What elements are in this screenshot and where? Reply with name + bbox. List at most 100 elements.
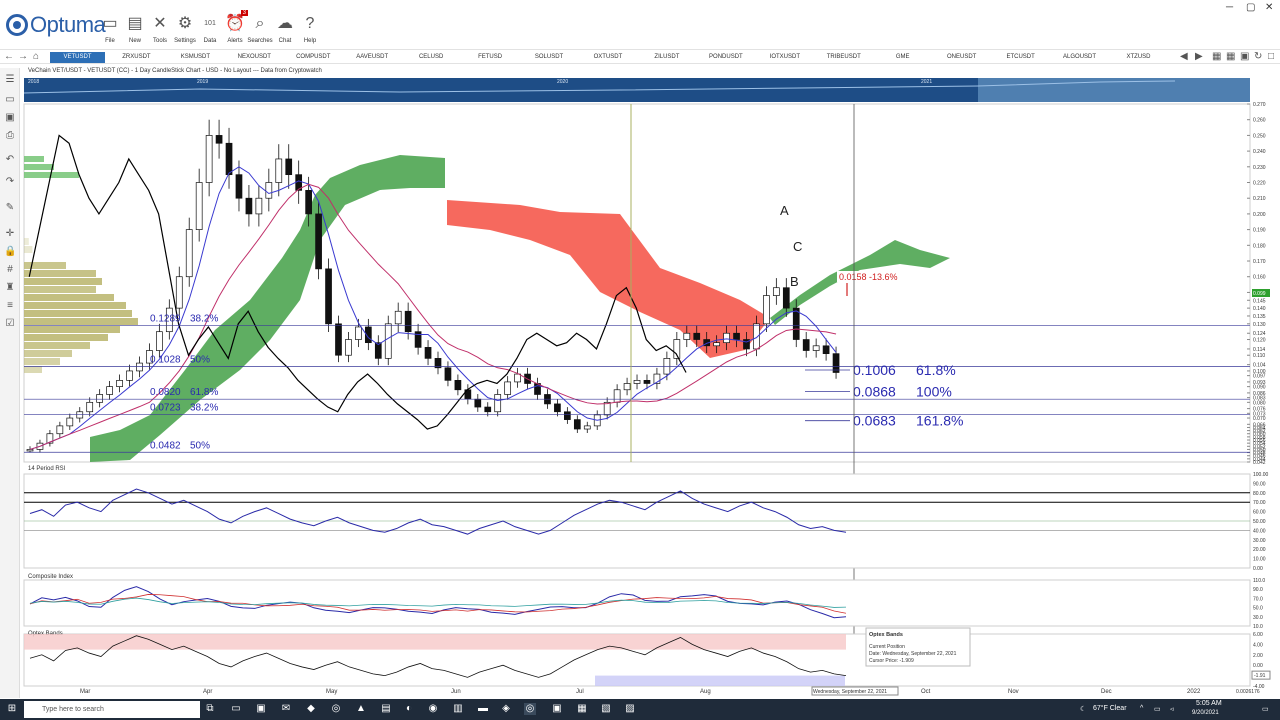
volume-profile-bar [24,294,114,301]
y-tick-label: 0.210 [1253,196,1266,202]
candle-body [86,401,94,413]
notifications-icon[interactable]: ▭ [1262,705,1269,713]
fib-projection-value: 0.1006 [853,362,896,378]
candle-body [643,380,651,384]
composite-tick-label: 110.0 [1253,578,1265,584]
volume-profile-bar [24,310,132,317]
volume-profile-bar [24,358,60,365]
fib-pct-label: 50% [190,355,210,366]
volume-profile-bar [24,262,66,269]
y-tick-label: 0.104 [1253,363,1266,369]
app-icon[interactable]: ▨ [624,703,636,715]
y-tick-label: 0.220 [1253,181,1266,187]
network-icon[interactable]: ▭ [1154,705,1161,713]
fib-pct-label: 38.2% [190,314,218,325]
taskbar-search-box[interactable]: Type here to search [24,701,200,718]
windows-taskbar: ⊞ Type here to search ⧉ ▭ ▣ ✉ ◆ ◎ ▲ ▤ ◐ … [0,699,1280,720]
candle-body [802,339,810,351]
candle-body [763,295,770,325]
candle-body [255,197,263,215]
volume-icon[interactable]: ◃ [1170,705,1174,713]
fib-pct-label: 38.2% [190,402,218,413]
x-axis-label: May [326,689,337,695]
candle-body [175,276,183,309]
app-icon[interactable]: ▧ [600,703,612,715]
change-label: 0.0158 -13.6% [839,272,898,282]
candle-body [713,342,720,347]
weather-icon[interactable]: ☾ [1080,705,1086,713]
last-price-value: 0.099 [1253,291,1266,297]
optex-tick-label: 2.00 [1253,653,1263,659]
rsi-tick-label: 80.00 [1253,491,1266,497]
y-tick-label: 0.042 [1253,460,1266,466]
y-tick-label: 0.200 [1253,212,1266,218]
file-explorer-icon[interactable]: ▭ [230,703,242,715]
clock-date[interactable]: 9/20/2021 [1192,710,1219,716]
y-tick-label: 0.090 [1253,385,1266,391]
edge-browser-icon[interactable]: ◐ [403,703,415,715]
candle-body [136,362,143,372]
app-icon[interactable]: ▬ [477,703,489,715]
rsi-tick-label: 10.00 [1253,557,1266,563]
optuma-taskbar-icon[interactable]: ◎ [524,703,536,715]
candle-body [394,310,402,325]
rsi-tick-label: 40.00 [1253,528,1266,534]
y-tick-label: 0.124 [1253,331,1266,337]
task-view-icon[interactable]: ⧉ [204,703,216,715]
brave-browser-icon[interactable]: ▲ [355,703,367,715]
rsi-panel-title: 14 Period RSI [28,466,66,472]
y-tick-label: 0.130 [1253,322,1266,328]
optex-lower-band [595,675,845,686]
volume-profile-bar [24,302,126,309]
candle-body [325,268,332,325]
y-tick-label: 0.097 [1253,374,1266,380]
tray-chevron-icon[interactable]: ^ [1140,705,1143,712]
app-icon[interactable]: ◆ [305,703,317,715]
app-icon[interactable]: ◈ [500,703,512,715]
wave-label: C [793,239,802,254]
y-tick-label: 0.260 [1253,118,1266,124]
candle-body [623,383,631,391]
app-icon[interactable]: ▥ [452,703,464,715]
candle-body [345,339,352,356]
y-tick-label: 0.160 [1253,275,1266,281]
candle-body [315,213,322,270]
candle-body [335,323,342,356]
x-axis-label: Jul [576,689,584,695]
candle-body [265,182,273,199]
candle-body [454,380,462,391]
rsi-tick-label: 0.00 [1253,566,1263,572]
store-icon[interactable]: ▣ [255,703,267,715]
app-icon[interactable]: ◎ [330,703,342,715]
candle-body [235,174,243,199]
y-tick-label: 0.120 [1253,338,1266,344]
volume-profile-bar [24,342,90,349]
app-icon[interactable]: ▦ [576,703,588,715]
candle-body [56,425,64,435]
candle-body [96,394,104,403]
app-icon[interactable]: ▣ [551,703,563,715]
price-chart[interactable]: 2018 2019 2020 2021 0.270 0.260 0.250 0.240 0.23… [0,0,1280,700]
app-icon[interactable]: ▤ [380,703,392,715]
weather-text[interactable]: 67°F Clear [1093,705,1127,712]
windows-start-icon[interactable]: ⊞ [6,703,18,715]
candle-body [733,332,740,340]
x-axis-label: Mar [80,689,90,695]
candle-body [693,332,701,340]
x-axis-label: Nov [1008,689,1019,695]
candle-body [285,158,293,176]
candle-body [613,389,621,403]
volume-profile-bar [24,246,33,253]
candle-body [156,331,163,351]
y-tick-label: 0.110 [1253,353,1265,359]
clock-time[interactable]: 5:05 AM [1196,700,1222,707]
volume-profile-bar [24,334,108,341]
y-tick-label: 0.240 [1253,149,1266,155]
composite-panel-title: Composite Index [28,574,73,580]
mail-icon[interactable]: ✉ [280,703,292,715]
candle-body [424,347,432,359]
optex-value: -1.91 [1254,673,1266,679]
chrome-browser-icon[interactable]: ◉ [427,703,439,715]
y-tick-label: 0.080 [1253,400,1266,406]
candle-body [305,190,312,215]
